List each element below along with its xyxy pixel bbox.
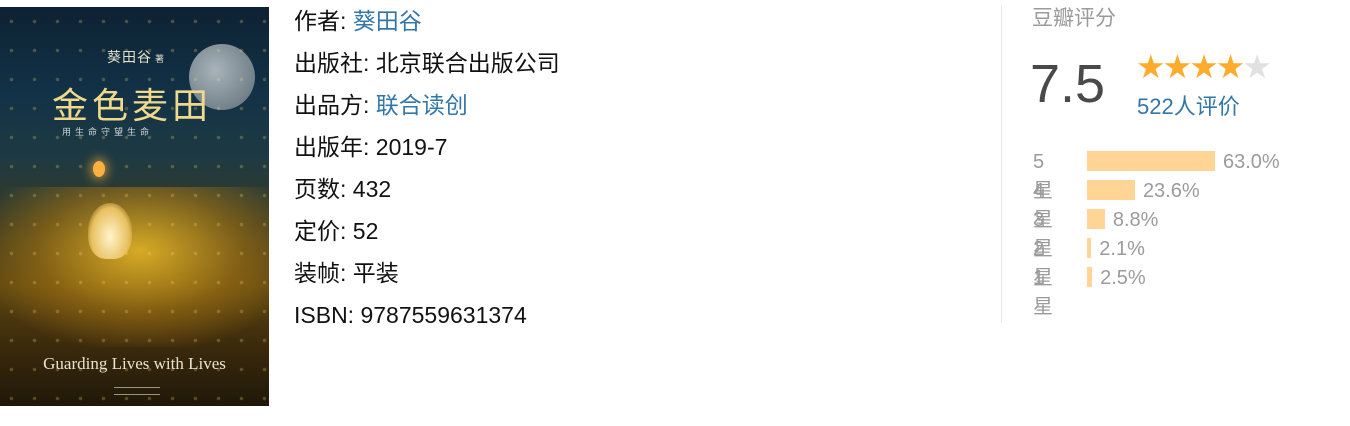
year-label: 出版年: <box>294 134 370 160</box>
publisher-label: 出版社: <box>294 50 370 76</box>
rating-dist-percent: 2.5% <box>1100 267 1146 289</box>
section-divider <box>1001 6 1002 323</box>
info-row-pages: 页数: 432 <box>294 172 560 214</box>
pages-value: 432 <box>352 176 392 202</box>
rating-dist-percent: 2.1% <box>1099 238 1145 260</box>
producer-label: 出品方: <box>294 92 370 118</box>
cover-author: 葵田谷著 <box>107 50 166 66</box>
book-info: 作者: 葵田谷 出版社: 北京联合出版公司 出品方: 联合读创 出版年: 201… <box>294 4 560 340</box>
rating-dist-bar <box>1087 238 1092 258</box>
star-empty-icon: ★ <box>1242 48 1272 85</box>
info-row-producer: 出品方: 联合读创 <box>294 88 560 130</box>
info-row-year: 出版年: 2019-7 <box>294 130 560 172</box>
cover-english-title: Guarding Lives with Lives <box>43 354 226 373</box>
pages-label: 页数: <box>294 176 347 202</box>
info-row-price: 定价: 52 <box>294 214 560 256</box>
cover-subtitle: 用生命守望生命 <box>62 127 154 137</box>
author-link[interactable]: 葵田谷 <box>353 8 422 34</box>
info-row-author: 作者: 葵田谷 <box>294 4 560 46</box>
cover-author-suffix: 著 <box>155 55 166 65</box>
rating-stars: ★★★★★ <box>1136 48 1272 86</box>
producer-link[interactable]: 联合读创 <box>376 92 468 118</box>
isbn-value: 9787559631374 <box>360 302 527 328</box>
rating-count-link[interactable]: 522人评价 <box>1137 89 1240 121</box>
rating-dist-percent: 23.6% <box>1142 180 1200 202</box>
year-value: 2019-7 <box>375 134 448 160</box>
rating-dist-bar <box>1087 151 1215 171</box>
book-cover[interactable]: 葵田谷著 金色麦田 用生命守望生命 Guarding Lives with Li… <box>0 7 269 406</box>
info-row-binding: 装帧: 平装 <box>294 256 560 298</box>
isbn-label: ISBN: <box>294 302 355 328</box>
cover-title: 金色麦田 <box>52 86 213 127</box>
rating-dist-percent: 63.0% <box>1223 151 1280 173</box>
rating-dist-percent: 8.8% <box>1112 209 1159 231</box>
info-row-isbn: ISBN: 9787559631374 <box>294 298 560 340</box>
rating-score: 7.5 <box>1030 54 1106 114</box>
publisher-logo <box>114 387 160 395</box>
dancer-graphic <box>88 203 132 259</box>
author-label: 作者: <box>294 8 347 34</box>
binding-label: 装帧: <box>294 260 347 286</box>
star-filled-icon: ★ <box>1136 48 1166 85</box>
star-filled-icon: ★ <box>1162 48 1193 85</box>
rating-dist-bar <box>1087 267 1093 287</box>
rating-dist-bar <box>1087 209 1105 229</box>
binding-value: 平装 <box>352 260 399 286</box>
rating-dist-bar <box>1087 180 1135 200</box>
rating-title: 豆瓣评分 <box>1032 7 1116 30</box>
price-value: 52 <box>352 218 379 244</box>
publisher-value: 北京联合出版公司 <box>375 50 560 76</box>
butterfly-graphic <box>93 161 105 177</box>
price-label: 定价: <box>294 218 347 244</box>
star-filled-icon: ★ <box>1189 48 1219 85</box>
info-row-publisher: 出版社: 北京联合出版公司 <box>294 46 560 88</box>
rating-dist-label: 1星 <box>1033 267 1053 318</box>
star-filled-icon: ★ <box>1215 48 1246 85</box>
